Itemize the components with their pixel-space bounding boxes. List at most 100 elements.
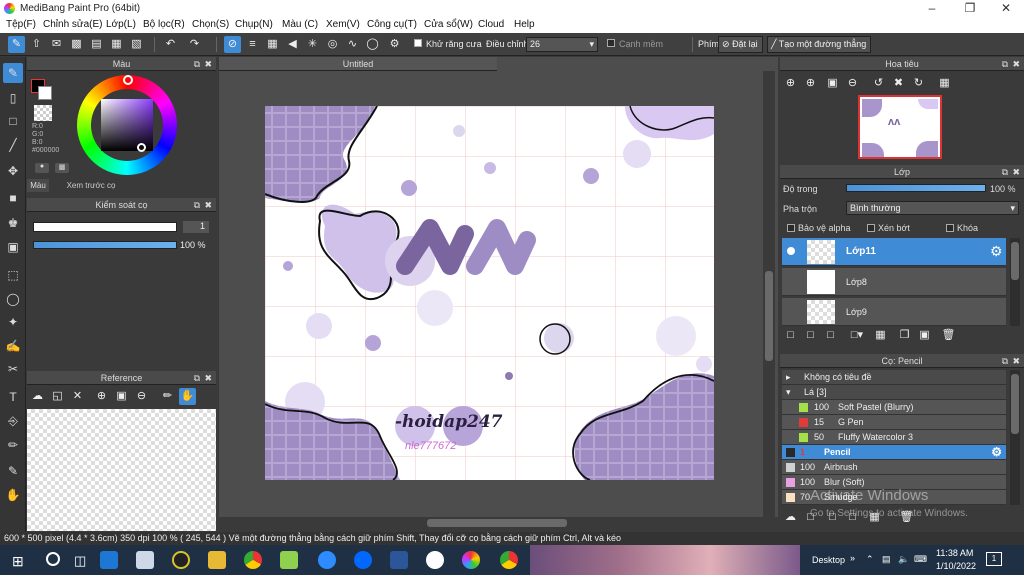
close-icon[interactable]: ✖: [1012, 354, 1020, 368]
horizontal-scrollbar[interactable]: [219, 517, 778, 529]
app-icon[interactable]: [172, 551, 190, 569]
brush-size-value[interactable]: 1: [183, 221, 209, 233]
protect-alpha-checkbox[interactable]: [787, 224, 795, 232]
clock-date[interactable]: 1/10/2022: [936, 561, 976, 571]
keyboard-language-icon[interactable]: ⌨: [914, 554, 927, 565]
brush-cloud-icon[interactable]: ☁: [782, 509, 799, 526]
popout-icon[interactable]: ⧉: [194, 57, 200, 71]
zoom-out-icon[interactable]: ⊖: [844, 75, 861, 92]
windows-start-icon[interactable]: ⊞: [12, 553, 24, 570]
horizontal-scroll-thumb[interactable]: [427, 519, 567, 527]
new-folder-icon[interactable]: ▦: [872, 327, 889, 344]
text-tool-icon[interactable]: T: [3, 387, 23, 407]
saturation-square[interactable]: [101, 99, 153, 151]
tray-overflow-icon[interactable]: ⌃: [866, 554, 874, 565]
upload-icon[interactable]: ⇧: [28, 36, 45, 53]
calculator-icon[interactable]: [136, 551, 154, 569]
brush-group-leaf[interactable]: ▾ Lá [3]: [782, 385, 1006, 400]
move-tool-icon[interactable]: ✥: [3, 161, 23, 181]
zoom-in-icon[interactable]: ⊕: [93, 388, 110, 405]
lock-checkbox[interactable]: [946, 224, 954, 232]
snap-curve-icon[interactable]: ∿: [344, 36, 361, 53]
bucket-tool-icon[interactable]: ♚: [3, 213, 23, 233]
file-explorer-icon[interactable]: [208, 551, 226, 569]
flip-icon[interactable]: ✖: [890, 75, 907, 92]
transparent-swatch[interactable]: [34, 105, 52, 121]
straight-line-button[interactable]: ╱ Tạo một đường thẳng: [767, 36, 871, 53]
lasso-tool-icon[interactable]: ◯: [3, 289, 23, 309]
reference-hand-icon[interactable]: ✋: [179, 388, 196, 405]
eye-icon[interactable]: [787, 247, 795, 255]
chrome-icon[interactable]: [244, 551, 262, 569]
brush-item[interactable]: 100 Airbrush: [782, 460, 1006, 475]
tab-color[interactable]: Màu: [27, 179, 49, 192]
menu-window[interactable]: Cửa sổ(W): [424, 19, 473, 30]
menu-cloud[interactable]: Cloud: [478, 19, 504, 30]
eyedropper-tool-icon[interactable]: ✏: [3, 435, 23, 455]
fit-window-icon[interactable]: ▣: [824, 75, 841, 92]
zalo-icon[interactable]: [354, 551, 372, 569]
layer-row[interactable]: Lớp8: [782, 268, 1006, 296]
new-layer-icon[interactable]: □: [782, 327, 799, 344]
menu-file[interactable]: Tệp(F): [6, 19, 36, 30]
snap-grid-icon[interactable]: ▦: [264, 36, 281, 53]
layer-opacity-slider[interactable]: [846, 184, 986, 192]
reference-open-icon[interactable]: ◱: [49, 388, 66, 405]
brush-delete-icon[interactable]: 🗑: [898, 509, 915, 526]
close-icon[interactable]: ✖: [204, 371, 212, 385]
zoom-in-alt-icon[interactable]: ⊕: [802, 75, 819, 92]
menu-view[interactable]: Xem(V): [326, 19, 360, 30]
operation-tool-icon[interactable]: ⎆: [3, 411, 23, 431]
close-icon[interactable]: ✖: [1012, 165, 1020, 179]
line-tool-icon[interactable]: ╱: [3, 135, 23, 155]
edge-icon[interactable]: [100, 551, 118, 569]
reference-close-icon[interactable]: ✕: [69, 388, 86, 405]
redo-icon[interactable]: ↷: [186, 36, 203, 53]
brush-add-icon[interactable]: □: [802, 509, 819, 526]
palette-mode-icon[interactable]: ▩: [55, 163, 69, 173]
reset-button[interactable]: ⊘ Đặt lại: [718, 36, 763, 53]
app-icon[interactable]: [426, 551, 444, 569]
navigator-preview[interactable]: ʌʌ: [858, 95, 942, 159]
layout-icon[interactable]: ▦: [108, 36, 125, 53]
menu-edit[interactable]: Chỉnh sửa(E): [43, 19, 103, 30]
popout-icon[interactable]: ⧉: [194, 198, 200, 212]
rotate-right-icon[interactable]: ↻: [910, 75, 927, 92]
snap-settings-icon[interactable]: ⚙: [386, 36, 403, 53]
brush-item[interactable]: 15 G Pen: [782, 415, 1006, 430]
rotate-left-icon[interactable]: ↺: [870, 75, 887, 92]
volume-icon[interactable]: 🔈: [898, 554, 909, 565]
zoom-in-icon[interactable]: ⊕: [782, 75, 799, 92]
merge-layer-icon[interactable]: ▣: [916, 327, 933, 344]
menu-color[interactable]: Màu (C): [282, 19, 318, 30]
document-tab[interactable]: Untitled: [219, 57, 497, 71]
brush-group-untitled[interactable]: ▸ Không có tiêu đề: [782, 370, 1006, 385]
eraser-tool-icon[interactable]: ▯: [3, 88, 23, 108]
layer-row[interactable]: Lớp9: [782, 298, 1006, 326]
close-button[interactable]: ✕: [988, 0, 1024, 17]
brush-scroll-thumb[interactable]: [1011, 374, 1019, 434]
zoom-out-icon[interactable]: ⊖: [133, 388, 150, 405]
menu-tools[interactable]: Công cụ(T): [367, 19, 417, 30]
clock-time[interactable]: 11:38 AM: [936, 548, 973, 558]
layer-scroll-thumb[interactable]: [1011, 242, 1019, 280]
magic-wand-tool-icon[interactable]: ✦: [3, 312, 23, 332]
gear-icon[interactable]: ⚙: [991, 445, 1002, 460]
snap-parallel-icon[interactable]: ≡: [244, 36, 261, 53]
brush-tool-icon[interactable]: ✎: [3, 63, 23, 83]
menu-filter[interactable]: Bộ lọc(R): [143, 19, 185, 30]
popout-icon[interactable]: ⧉: [1002, 57, 1008, 71]
secondary-color-swatch[interactable]: [38, 86, 52, 100]
fit-icon[interactable]: ▣: [113, 388, 130, 405]
snap-circle-icon[interactable]: ◎: [324, 36, 341, 53]
brush-size-slider[interactable]: [33, 222, 177, 232]
antialias-checkbox[interactable]: [414, 39, 422, 47]
menu-help[interactable]: Help: [514, 19, 535, 30]
reference-import-icon[interactable]: ☁: [29, 388, 46, 405]
reference-eyedropper-icon[interactable]: ✏: [159, 388, 176, 405]
popout-icon[interactable]: ⧉: [1002, 165, 1008, 179]
duplicate-layer-icon[interactable]: ❐: [896, 327, 913, 344]
document-icon[interactable]: ▤: [88, 36, 105, 53]
tab-brush-preview[interactable]: Xem trước cọ: [51, 179, 131, 192]
new-halftone-layer-icon[interactable]: □: [802, 327, 819, 344]
